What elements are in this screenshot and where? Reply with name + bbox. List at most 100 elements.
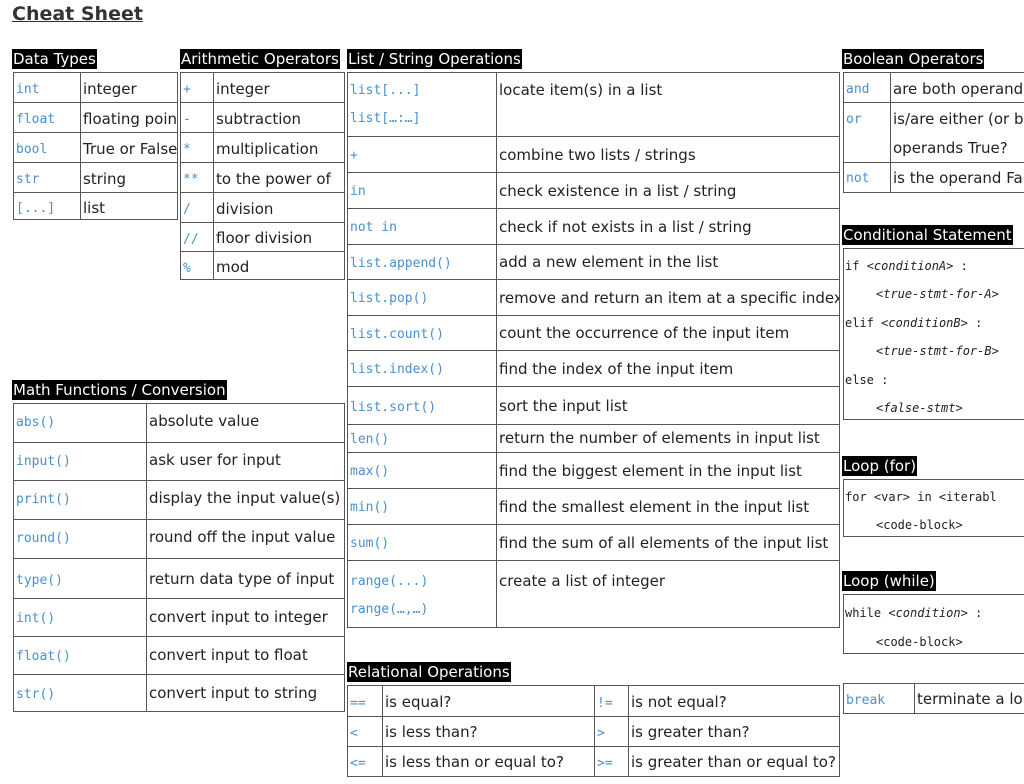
- table-row: int integer: [14, 73, 177, 103]
- code-cell: str: [16, 172, 40, 187]
- desc-cell: is the operand Fa: [890, 163, 1024, 192]
- break-table: break terminate a lo: [843, 683, 1024, 714]
- code-cell: list[...]: [350, 83, 421, 98]
- code-line: <code-block>: [876, 635, 963, 649]
- desc-cell: is equal?: [382, 686, 594, 716]
- desc-cell: integer: [213, 73, 344, 102]
- code-cell: float: [16, 112, 56, 127]
- arith-table: + integer - subtraction * multiplication **…: [180, 72, 345, 280]
- desc-cell: add a new element in the list: [496, 245, 839, 279]
- table-row: or is/are either (or b operands True?: [844, 103, 1024, 163]
- code-cell: str(): [16, 687, 56, 702]
- desc-cell: True or False: [80, 133, 177, 162]
- desc-cell: convert input to string: [146, 675, 344, 711]
- code-cell: and: [846, 82, 870, 97]
- desc-cell: terminate a lo: [914, 684, 1024, 713]
- desc-cell-alt: operands True?: [893, 139, 1008, 157]
- table-row: range(...) range(…,…) create a list of i…: [348, 561, 839, 627]
- code-cell: break: [846, 693, 886, 708]
- code-cell: max(): [350, 464, 390, 479]
- table-row: bool True or False: [14, 133, 177, 163]
- boolean-table: and are both operand or is/are either (or…: [843, 72, 1024, 193]
- desc-cell: locate item(s) in a list: [496, 73, 839, 136]
- code-line: <true-stmt-for-B>: [876, 344, 999, 358]
- code-cell: +: [350, 148, 358, 163]
- arith-header: Arithmetic Operators: [180, 49, 340, 69]
- code-cell: input(): [16, 454, 71, 469]
- relational-header: Relational Operations: [347, 662, 511, 682]
- code-cell: list.pop(): [350, 291, 429, 306]
- desc-cell: is greater than or equal to?: [628, 747, 839, 776]
- desc-cell: floor division: [213, 223, 344, 251]
- table-row: [...] list: [14, 193, 177, 219]
- desc-cell: combine two lists / strings: [496, 137, 839, 172]
- code-cell: print(): [16, 492, 71, 507]
- loop-while-header: Loop (while): [842, 571, 936, 591]
- desc-cell: is less than or equal to?: [382, 747, 594, 776]
- code-cell: type(): [16, 573, 63, 588]
- desc-cell: is/are either (or b: [893, 110, 1024, 128]
- code-cell: min(): [350, 500, 390, 515]
- code-cell: not in: [350, 220, 397, 235]
- desc-cell: floating point: [80, 103, 177, 132]
- code-line: if <conditionA> :: [845, 259, 968, 273]
- desc-cell: multiplication: [213, 133, 344, 162]
- code-cell: >=: [594, 747, 628, 776]
- code-cell: list.index(): [350, 362, 444, 377]
- code-line: <false-stmt>: [876, 401, 963, 415]
- boolean-header: Boolean Operators: [842, 49, 985, 69]
- code-line: while <condition> :: [845, 606, 983, 620]
- code-cell: float(): [16, 649, 71, 664]
- code-line: elif <conditionB> :: [845, 316, 983, 330]
- desc-cell: return the number of elements in input l…: [496, 425, 839, 452]
- code-cell: ==: [350, 696, 366, 711]
- desc-cell: create a list of integer: [496, 561, 839, 627]
- desc-cell: find the index of the input item: [496, 351, 839, 386]
- table-row: list[...] list[…:…] locate item(s) in a …: [348, 73, 839, 137]
- desc-cell: find the biggest element in the input li…: [496, 453, 839, 488]
- math-table: abs() absolute value input() ask user for …: [13, 403, 345, 712]
- desc-cell: is not equal?: [628, 686, 839, 716]
- desc-cell: list: [80, 193, 177, 219]
- desc-cell: subtraction: [213, 103, 344, 132]
- conditional-box: if <conditionA> : <true-stmt-for-A> elif…: [843, 248, 1024, 420]
- table-row: float floating point: [14, 103, 177, 133]
- desc-cell: division: [213, 193, 344, 222]
- code-cell: sum(): [350, 536, 390, 551]
- desc-cell: check existence in a list / string: [496, 173, 839, 208]
- code-cell: [...]: [16, 201, 56, 216]
- table-row: str string: [14, 163, 177, 193]
- desc-cell: mod: [213, 252, 344, 279]
- desc-cell: find the sum of all elements of the inpu…: [496, 525, 839, 560]
- code-line: for <var> in <iterabl: [845, 490, 997, 504]
- code-cell: !=: [594, 686, 628, 716]
- code-cell-alt: range(…,…): [350, 602, 429, 617]
- code-cell: //: [183, 232, 199, 247]
- code-cell: list.count(): [350, 327, 444, 342]
- code-line: <true-stmt-for-A>: [876, 287, 999, 301]
- loop-while-box: while <condition> : <code-block>: [843, 594, 1024, 654]
- code-cell: round(): [16, 531, 71, 546]
- desc-cell: count the occurrence of the input item: [496, 316, 839, 350]
- data-types-header: Data Types: [12, 49, 97, 69]
- data-types-table: int integer float floating point bool Tr…: [13, 72, 178, 220]
- loop-for-header: Loop (for): [842, 456, 918, 476]
- code-cell: len(): [350, 432, 390, 447]
- desc-cell: is greater than?: [628, 717, 839, 746]
- code-cell: range(...): [350, 574, 429, 589]
- conditional-header: Conditional Statement: [842, 225, 1013, 245]
- code-cell: **: [183, 172, 199, 187]
- code-cell: >: [594, 717, 628, 746]
- desc-cell: remove and return an item at a specific …: [496, 280, 839, 315]
- code-cell-alt: list[…:…]: [350, 111, 421, 126]
- code-cell: -: [183, 112, 191, 127]
- desc-cell: ask user for input: [146, 443, 344, 480]
- code-cell: or: [846, 112, 862, 127]
- desc-cell: is less than?: [382, 717, 594, 746]
- desc-cell: string: [80, 163, 177, 192]
- desc-cell: to the power of: [213, 163, 344, 192]
- code-cell: *: [183, 142, 191, 157]
- page-title: Cheat Sheet: [12, 3, 143, 25]
- desc-cell: absolute value: [146, 404, 344, 442]
- desc-cell: are both operand: [890, 73, 1024, 102]
